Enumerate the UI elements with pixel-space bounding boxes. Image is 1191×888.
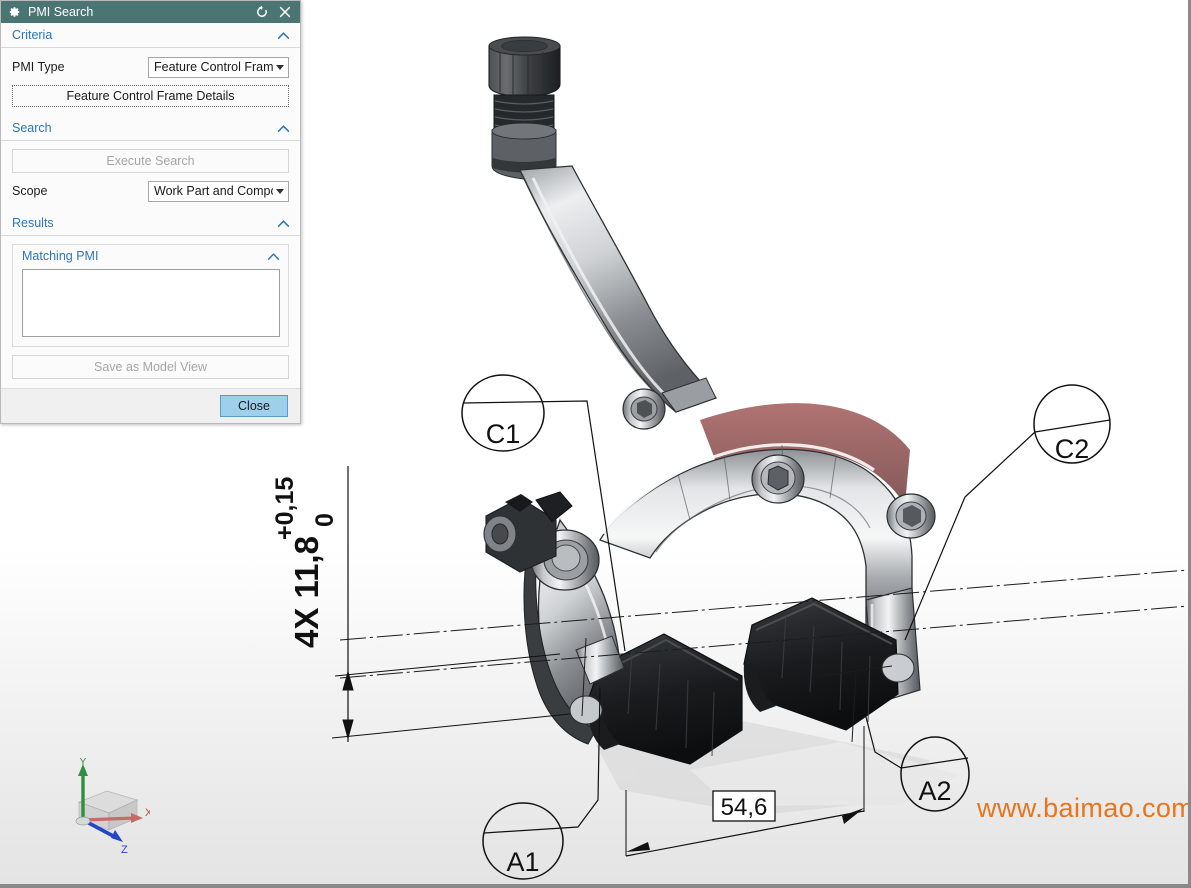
brake-pad-left: [569, 633, 743, 765]
pmi-type-dropdown[interactable]: Feature Control Frame: [148, 56, 289, 78]
group-label-search: Search: [12, 121, 52, 135]
dialog-body: Criteria PMI Type Feature Control Frame …: [1, 23, 300, 388]
matching-pmi-header[interactable]: Matching PMI: [13, 245, 288, 267]
group-header-criteria[interactable]: Criteria: [1, 23, 300, 48]
chevron-down-icon: [276, 64, 284, 70]
dialog-titlebar[interactable]: PMI Search: [1, 1, 300, 23]
brake-lever-arm: [488, 36, 718, 416]
gear-icon: [9, 7, 20, 17]
coordinate-triad[interactable]: Y X Z: [55, 758, 150, 858]
feature-control-frame-details-label: Feature Control Frame Details: [66, 89, 235, 103]
group-label-results: Results: [12, 216, 54, 230]
group-label-criteria: Criteria: [12, 28, 53, 42]
group-body-criteria: PMI Type Feature Control Frame Feature C…: [1, 48, 300, 116]
group-header-results[interactable]: Results: [1, 211, 300, 236]
scope-label: Scope: [12, 184, 48, 198]
save-as-model-view-label: Save as Model View: [93, 360, 208, 374]
balloon-a2-text: A2: [918, 776, 951, 806]
row-scope: Scope Work Part and Compc: [12, 180, 289, 202]
group-body-results: Matching PMI Save as Model View: [1, 236, 300, 388]
matching-pmi-label: Matching PMI: [22, 249, 99, 263]
triad-y-label: Y: [80, 758, 87, 768]
group-body-search: Execute Search Scope Work Part and Compc: [1, 141, 300, 211]
dialog-title: PMI Search: [28, 5, 94, 19]
watermark: www.baimao.com: [977, 793, 1191, 823]
dimension-54-6-text: 54,6: [721, 794, 768, 821]
pmi-type-label: PMI Type: [12, 60, 65, 74]
group-header-search[interactable]: Search: [1, 116, 300, 141]
execute-search-label: Execute Search: [106, 154, 195, 168]
scope-dropdown[interactable]: Work Part and Compc: [148, 180, 289, 202]
dimension-4x-11-8-text: 4X 11,8 +0,15 0: [271, 477, 339, 648]
matching-pmi-listbox[interactable]: [22, 269, 280, 337]
execute-search-button[interactable]: Execute Search: [12, 149, 289, 173]
reset-icon[interactable]: [255, 5, 269, 19]
dialog-footer: Close: [1, 388, 300, 423]
balloon-a1-text: A1: [506, 847, 539, 877]
right-pivot-bolt: [886, 493, 936, 539]
triad-z-label: Z: [121, 844, 128, 856]
pmi-type-value: Feature Control Frame: [154, 60, 273, 74]
pmi-search-dialog: PMI Search Criteria PMI Type Feature Con…: [0, 0, 301, 424]
triad-origin: [75, 816, 91, 826]
chevron-up-icon[interactable]: [277, 31, 290, 40]
chevron-down-icon: [276, 188, 284, 194]
center-pivot-bolt: [751, 454, 805, 504]
dim-upper-tolerance: +0,15: [271, 477, 299, 540]
close-button[interactable]: Close: [220, 395, 288, 417]
triad-x-label: X: [145, 807, 150, 819]
balloon-c1-text: C1: [486, 419, 521, 449]
row-pmi-type: PMI Type Feature Control Frame: [12, 56, 289, 78]
close-icon[interactable]: [278, 5, 292, 19]
app-window: 4X 11,8 +0,15 0 54,6 C1 C2 A1 A2 Y Z www…: [0, 0, 1191, 888]
dim-lower-tolerance: 0: [311, 513, 339, 527]
upper-pivot-bolt: [622, 388, 666, 430]
save-as-model-view-button[interactable]: Save as Model View: [12, 355, 289, 379]
chevron-up-icon[interactable]: [277, 124, 290, 133]
balloon-c2[interactable]: C2: [904, 384, 1111, 641]
close-button-label: Close: [238, 399, 270, 413]
chevron-up-icon[interactable]: [267, 252, 280, 261]
balloon-c2-text: C2: [1055, 434, 1090, 464]
chevron-up-icon[interactable]: [277, 219, 290, 228]
dim-prefix-value: 4X 11,8: [288, 536, 325, 648]
matching-pmi-panel: Matching PMI: [12, 244, 289, 347]
scope-value: Work Part and Compc: [154, 184, 273, 198]
feature-control-frame-details-button[interactable]: Feature Control Frame Details: [12, 85, 289, 107]
